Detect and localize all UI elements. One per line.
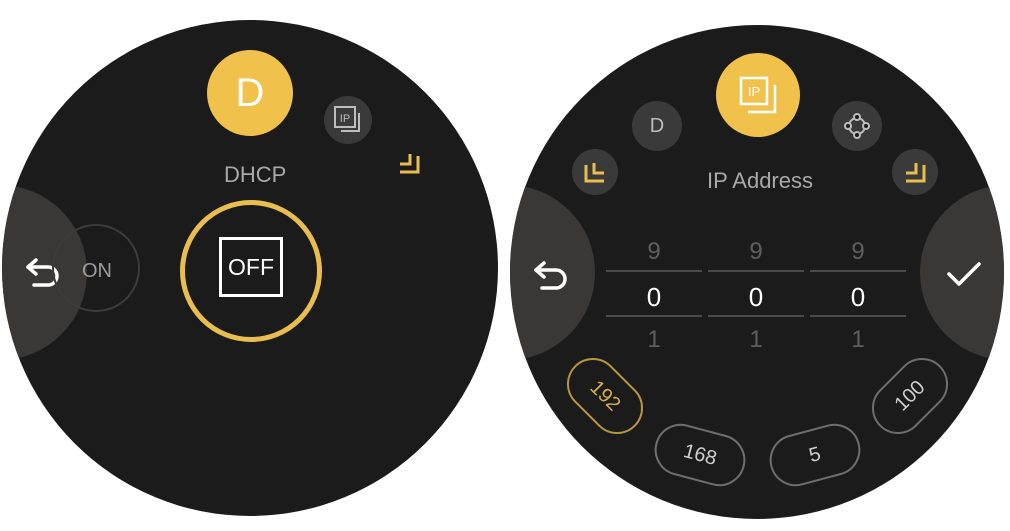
picker-divider bbox=[606, 315, 702, 317]
page-title: DHCP bbox=[224, 162, 287, 187]
network-mode-button[interactable] bbox=[832, 101, 882, 151]
ip-address-screen: IP D IP Address 9 0 1 9 0 1 9 0 1 192 16… bbox=[510, 25, 1004, 519]
dhcp-mode-button[interactable]: D bbox=[207, 50, 293, 136]
picker-divider bbox=[810, 270, 906, 272]
prev-page-button[interactable] bbox=[572, 149, 618, 195]
next-arrow-icon[interactable] bbox=[396, 150, 424, 178]
ip-icon: IP bbox=[334, 106, 360, 132]
ip-icon: IP bbox=[739, 76, 777, 114]
network-icon bbox=[844, 113, 870, 139]
dhcp-off-option[interactable]: OFF bbox=[219, 237, 283, 297]
digit-above: 9 bbox=[647, 238, 661, 265]
digit-below: 1 bbox=[749, 326, 763, 353]
page-title: IP Address bbox=[707, 168, 813, 193]
octet-pill-1[interactable]: 192 bbox=[556, 347, 654, 445]
octet-pill-3[interactable]: 5 bbox=[763, 417, 867, 493]
dhcp-letter: D bbox=[649, 114, 665, 137]
picker-divider bbox=[708, 270, 804, 272]
octet-pill-4[interactable]: 100 bbox=[861, 347, 959, 445]
picker-divider bbox=[606, 270, 702, 272]
checkmark-icon[interactable] bbox=[944, 259, 984, 289]
digit-below: 1 bbox=[647, 326, 661, 353]
svg-text:IP: IP bbox=[340, 113, 350, 125]
next-page-button[interactable] bbox=[892, 149, 938, 195]
picker-divider bbox=[708, 315, 804, 317]
svg-text:IP: IP bbox=[748, 84, 760, 99]
dhcp-screen: D IP DHCP ON OFF bbox=[2, 20, 498, 516]
digit-above: 9 bbox=[749, 238, 763, 265]
prev-arrow-icon bbox=[584, 163, 604, 183]
picker-divider bbox=[810, 315, 906, 317]
dhcp-mode-button[interactable]: D bbox=[632, 101, 682, 151]
digit-below: 1 bbox=[851, 326, 865, 353]
back-icon[interactable] bbox=[532, 257, 572, 293]
ip-mode-button[interactable]: IP bbox=[716, 53, 800, 137]
next-arrow-icon bbox=[906, 163, 926, 183]
off-label: OFF bbox=[228, 253, 274, 280]
dhcp-on-option[interactable]: ON bbox=[52, 224, 140, 312]
on-label: ON bbox=[82, 260, 112, 282]
octet-pill-2[interactable]: 168 bbox=[648, 417, 752, 493]
digit-picker-2[interactable]: 9 0 1 bbox=[708, 238, 804, 356]
digit-picker-3[interactable]: 9 0 1 bbox=[810, 238, 906, 356]
digit-above: 9 bbox=[851, 238, 865, 265]
digit-picker-1[interactable]: 9 0 1 bbox=[606, 238, 702, 356]
ip-mode-button[interactable]: IP bbox=[324, 96, 372, 144]
dhcp-letter: D bbox=[235, 70, 265, 115]
